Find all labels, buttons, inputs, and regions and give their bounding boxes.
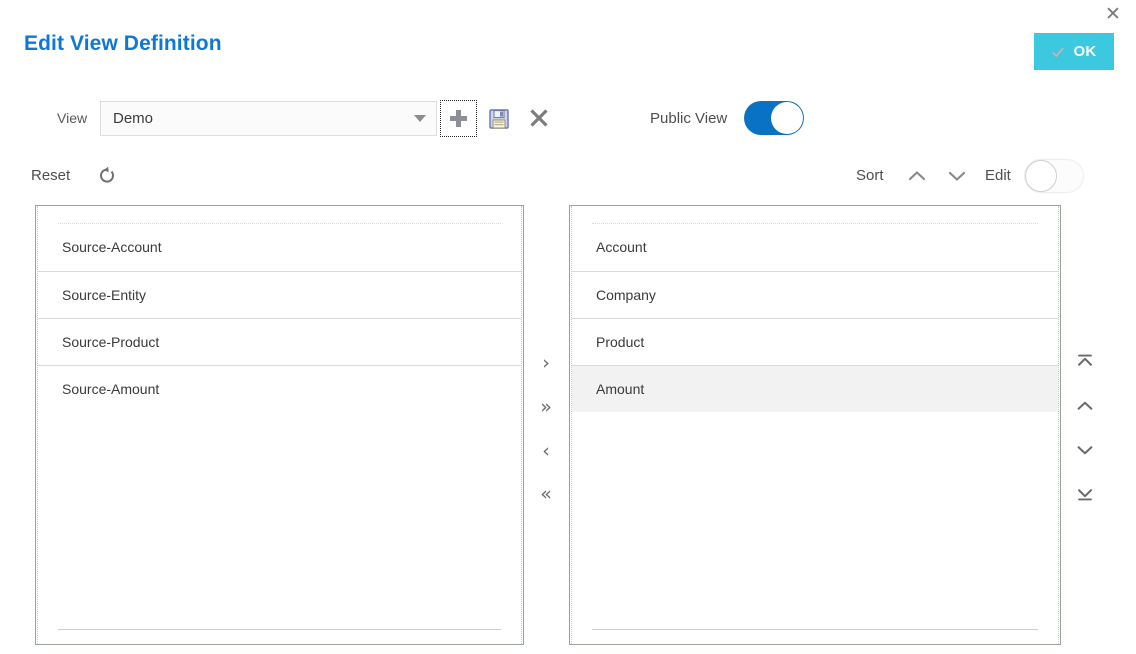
view-label: View — [57, 110, 87, 126]
list-bottom-divider — [592, 629, 1038, 630]
move-right-button[interactable]: › — [529, 346, 563, 380]
check-icon — [1051, 45, 1065, 59]
view-select[interactable]: Demo — [100, 101, 437, 136]
double-chevron-right-icon: » — [540, 398, 552, 417]
sort-label: Sort — [856, 167, 884, 184]
target-list-inner: Account Company Product Amount — [571, 206, 1059, 644]
move-to-top-icon — [1074, 351, 1096, 376]
target-list-items: Account Company Product Amount — [572, 224, 1058, 412]
ok-button[interactable]: OK — [1034, 33, 1114, 70]
move-all-right-button[interactable]: » — [529, 390, 563, 424]
move-left-button[interactable]: ‹ — [529, 434, 563, 468]
toggle-knob — [771, 102, 803, 134]
move-up-button[interactable] — [1068, 390, 1102, 424]
chevron-up-icon — [1074, 395, 1096, 420]
source-list-panel: Source-Account Source-Entity Source-Prod… — [35, 205, 524, 645]
save-view-button[interactable] — [488, 108, 510, 130]
plus-icon — [450, 110, 467, 127]
list-item[interactable]: Source-Product — [38, 318, 521, 365]
target-list-panel: Account Company Product Amount — [569, 205, 1061, 645]
edit-label: Edit — [985, 167, 1011, 184]
reset-label: Reset — [31, 167, 70, 184]
move-to-top-button[interactable] — [1068, 346, 1102, 380]
list-item[interactable]: Company — [572, 271, 1058, 318]
move-down-button[interactable] — [1068, 434, 1102, 468]
list-bottom-divider — [58, 629, 501, 630]
reset-button[interactable] — [96, 165, 118, 187]
delete-view-button[interactable] — [527, 106, 551, 130]
view-select-value: Demo — [113, 110, 153, 127]
public-view-toggle[interactable] — [744, 101, 804, 135]
list-item[interactable]: Amount — [572, 365, 1058, 412]
x-icon — [527, 118, 551, 133]
move-to-bottom-button[interactable] — [1068, 477, 1102, 511]
floppy-disk-icon — [488, 118, 510, 133]
toggle-knob — [1025, 160, 1057, 192]
chevron-left-icon: ‹ — [542, 442, 550, 461]
sort-asc-button[interactable] — [905, 165, 929, 187]
source-list-inner: Source-Account Source-Entity Source-Prod… — [37, 206, 522, 644]
list-item[interactable]: Source-Entity — [38, 271, 521, 318]
move-all-left-button[interactable]: « — [529, 477, 563, 511]
chevron-down-icon — [945, 175, 969, 190]
page-title: Edit View Definition — [24, 32, 222, 56]
list-item[interactable]: Product — [572, 318, 1058, 365]
chevron-down-icon — [414, 115, 426, 122]
list-item[interactable]: Source-Account — [38, 224, 521, 271]
close-icon[interactable]: ✕ — [1103, 5, 1123, 25]
chevron-up-icon — [905, 175, 929, 190]
edit-toggle[interactable] — [1024, 159, 1084, 193]
double-chevron-left-icon: « — [540, 485, 552, 504]
chevron-right-icon: › — [542, 354, 550, 373]
move-to-bottom-icon — [1074, 482, 1096, 507]
list-item[interactable]: Source-Amount — [38, 365, 521, 412]
public-view-label: Public View — [650, 110, 727, 127]
list-item[interactable]: Account — [572, 224, 1058, 271]
sort-desc-button[interactable] — [945, 165, 969, 187]
ok-button-label: OK — [1073, 43, 1096, 60]
source-list-items: Source-Account Source-Entity Source-Prod… — [38, 224, 521, 412]
chevron-down-icon — [1074, 439, 1096, 464]
refresh-icon — [96, 175, 118, 190]
add-view-button[interactable] — [440, 100, 477, 137]
